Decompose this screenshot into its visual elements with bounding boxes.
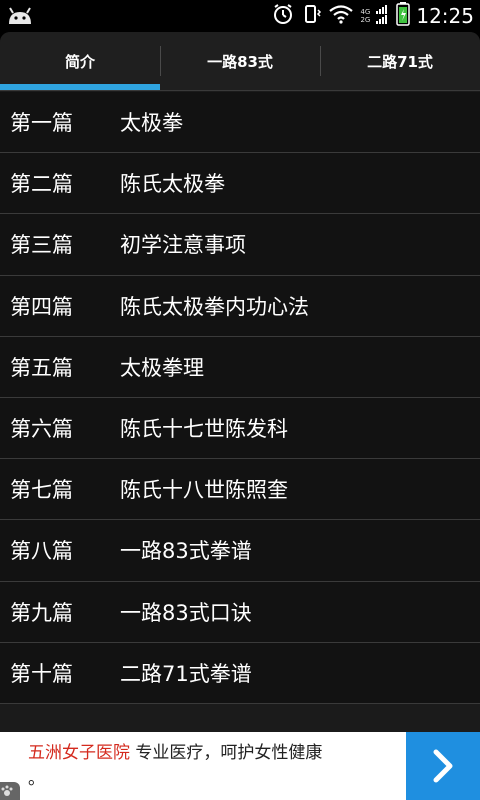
ad-banner[interactable]: 五洲女子医院 专业医疗，呵护女性健康 。 [0,732,480,800]
chevron-right-icon [433,749,453,783]
chapter-title: 太极拳理 [120,355,204,380]
chapter-row[interactable]: 第八篇 一路83式拳谱 [0,520,480,582]
tab-divider [0,90,480,91]
battery-icon [396,2,411,30]
tab-route-two-71[interactable]: 二路71式 [320,32,480,90]
chapter-title: 二路71式拳谱 [120,661,252,686]
network-type-labels: 4G 2G [360,8,370,24]
network-4g-label: 4G [360,8,371,16]
chapter-title: 陈氏十七世陈发科 [120,417,288,442]
alarm-icon [272,3,294,29]
chapter-title: 陈氏十八世陈照奎 [120,478,288,503]
ad-slogan-end: 。 [28,769,45,789]
ad-text: 五洲女子医院 专业医疗，呵护女性健康 。 [28,740,388,792]
status-bar: 4G 2G 12:25 [0,0,480,32]
tab-intro-label: 简介 [64,52,95,71]
chapter-row[interactable]: 第六篇 陈氏十七世陈发科 [0,397,480,460]
status-icons: 4G 2G 12:25 [272,0,474,32]
chapter-row[interactable]: 第一篇 太极拳 [0,92,480,154]
chapter-title: 初学注意事项 [120,233,246,258]
chapter-row[interactable]: 第七篇 陈氏十八世陈照奎 [0,459,480,521]
chapter-row[interactable]: 第五篇 太极拳理 [0,336,480,398]
ad-corner-icon [0,782,20,800]
tab-route-one-83[interactable]: 一路83式 [160,32,320,90]
chapter-number: 第八篇 [10,539,73,564]
chapter-row[interactable]: 第九篇 一路83式口诀 [0,581,480,643]
chapter-title: 陈氏太极拳内功心法 [120,294,309,319]
ad-slogan: 专业医疗，呵护女性健康 [130,743,323,763]
chapter-number: 第六篇 [10,417,73,442]
wifi-icon [328,4,354,28]
chapter-row[interactable]: 第三篇 初学注意事项 [0,214,480,276]
signal-bars-icon [376,4,390,28]
chapter-number: 第七篇 [10,478,73,503]
chapter-number: 第一篇 [10,111,73,136]
ad-open-button[interactable] [406,732,480,800]
chapter-row[interactable]: 第二篇 陈氏太极拳 [0,153,480,215]
app-panel: 简介 一路83式 二路71式 第一篇 太极拳 第二篇 陈氏太极拳 第三篇 初学注… [0,32,480,732]
chapter-number: 第二篇 [10,172,73,197]
chapter-row[interactable]: 第四篇 陈氏太极拳内功心法 [0,275,480,337]
tab-route-two-label: 二路71式 [367,52,433,71]
chapter-number: 第四篇 [10,294,73,319]
chapter-number: 第三篇 [10,233,73,258]
tab-bar: 简介 一路83式 二路71式 [0,32,480,90]
android-notification-icon [6,6,34,30]
chapter-title: 一路83式拳谱 [120,539,252,564]
clock-time: 12:25 [416,4,474,28]
chapter-title: 太极拳 [120,111,183,136]
ad-brand: 五洲女子医院 [28,743,130,763]
chapter-number: 第五篇 [10,355,73,380]
chapter-number: 第十篇 [10,661,73,686]
tab-route-one-label: 一路83式 [207,52,273,71]
chapter-row[interactable]: 第十篇 二路71式拳谱 [0,642,480,704]
chapter-number: 第九篇 [10,600,73,625]
vibrate-icon [300,3,322,29]
chapter-title: 一路83式口诀 [120,600,252,625]
chapter-title: 陈氏太极拳 [120,172,225,197]
chapter-list: 第一篇 太极拳 第二篇 陈氏太极拳 第三篇 初学注意事项 第四篇 陈氏太极拳内功… [0,92,480,704]
network-2g-label: 2G [360,16,371,24]
tab-intro[interactable]: 简介 [0,32,160,90]
